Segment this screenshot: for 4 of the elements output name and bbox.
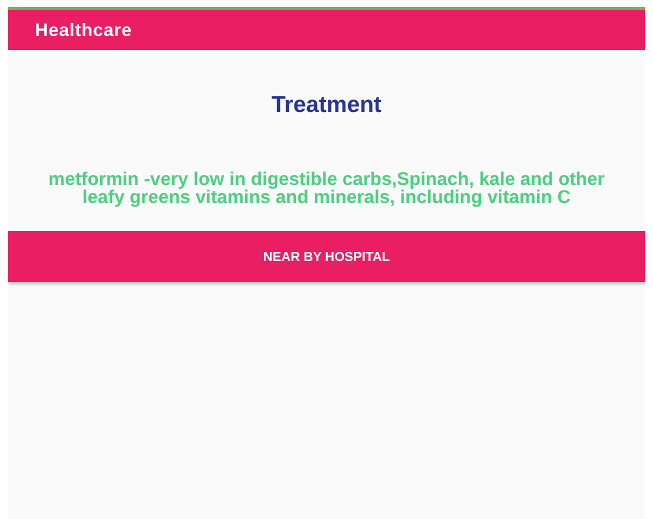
treatment-description: metformin -very low in digestible carbs,Spinach, kale and other leafy greens vitamins and minerals, including vitamin C bbox=[47, 170, 606, 206]
app-title: Healthcare bbox=[35, 20, 132, 40]
hospital-button[interactable]: NEAR BY HOSPITAL bbox=[8, 231, 645, 282]
heading: Treatment bbox=[272, 90, 382, 118]
